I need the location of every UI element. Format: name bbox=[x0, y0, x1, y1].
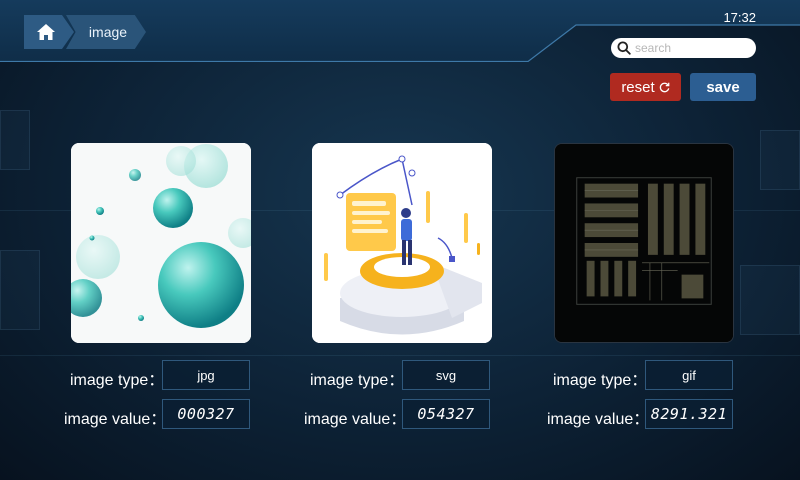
background-panel bbox=[760, 130, 800, 190]
image-card-jpg[interactable] bbox=[71, 143, 251, 343]
image-type-field-1[interactable]: jpg bbox=[162, 360, 250, 390]
image-value-field-3[interactable]: 8291.321 bbox=[645, 399, 733, 429]
refresh-icon bbox=[659, 82, 670, 93]
background-line bbox=[0, 355, 800, 356]
image-value-field-1[interactable]: 000327 bbox=[162, 399, 250, 429]
vector-illustration bbox=[312, 143, 492, 343]
image-value-label-2: image value： bbox=[304, 411, 407, 428]
image-type-field-2[interactable]: svg bbox=[402, 360, 490, 390]
image-type-field-3[interactable]: gif bbox=[645, 360, 733, 390]
search-box[interactable] bbox=[611, 38, 756, 58]
image-value-label-1: image value： bbox=[64, 411, 167, 428]
home-icon bbox=[36, 23, 56, 41]
chip-layout-image bbox=[555, 144, 733, 342]
image-value-field-2[interactable]: 054327 bbox=[402, 399, 490, 429]
clock: 17:32 bbox=[723, 10, 756, 25]
background-panel bbox=[740, 265, 800, 335]
reset-button[interactable]: reset bbox=[610, 73, 681, 101]
breadcrumb-label: image bbox=[88, 24, 128, 40]
image-card-gif[interactable] bbox=[554, 143, 734, 343]
bubbles-image bbox=[71, 143, 251, 343]
image-value-label-3: image value： bbox=[547, 411, 650, 428]
image-type-label-2: image type： bbox=[310, 372, 405, 389]
save-button[interactable]: save bbox=[690, 73, 756, 101]
reset-label: reset bbox=[621, 78, 655, 96]
background-panel bbox=[0, 250, 40, 330]
background-panel bbox=[0, 110, 30, 170]
breadcrumb-current: image bbox=[66, 15, 146, 49]
image-card-svg[interactable] bbox=[312, 143, 492, 343]
image-type-label-1: image type： bbox=[70, 372, 165, 389]
search-input[interactable] bbox=[635, 41, 750, 55]
image-type-label-3: image type： bbox=[553, 372, 648, 389]
search-icon bbox=[617, 41, 631, 55]
